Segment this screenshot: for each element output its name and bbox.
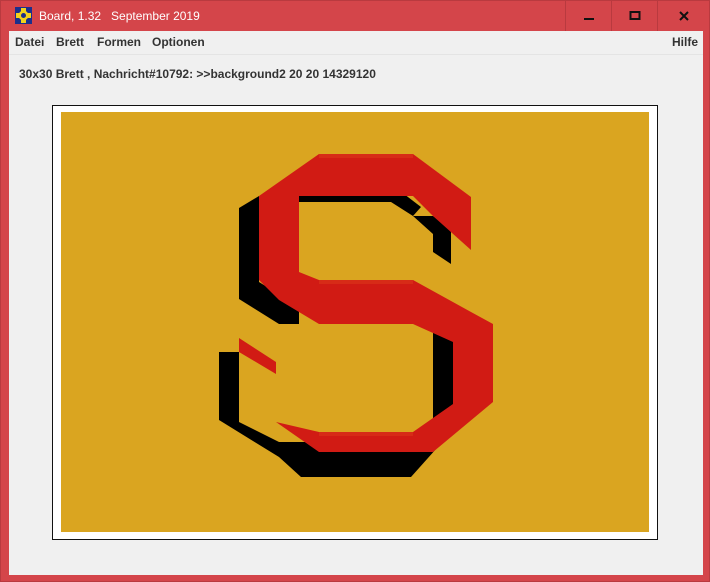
minimize-icon bbox=[584, 18, 594, 20]
menu-datei[interactable]: Datei bbox=[15, 35, 44, 49]
maximize-icon bbox=[629, 11, 641, 20]
menu-formen[interactable]: Formen bbox=[97, 35, 141, 49]
menu-optionen[interactable]: Optionen bbox=[152, 35, 205, 49]
app-icon bbox=[15, 7, 32, 24]
menu-hilfe[interactable]: Hilfe bbox=[672, 35, 698, 49]
app-window: Board, 1.32 September 2019 Datei Brett F… bbox=[0, 0, 710, 582]
board-canvas[interactable] bbox=[61, 112, 649, 532]
window-title: Board, 1.32 September 2019 bbox=[39, 9, 200, 23]
client-area: Datei Brett Formen Optionen Hilfe 30x30 … bbox=[9, 31, 703, 575]
board-frame bbox=[52, 105, 658, 540]
status-message: 30x30 Brett , Nachricht#10792: >>backgro… bbox=[19, 67, 376, 81]
close-icon bbox=[679, 11, 689, 21]
menu-brett[interactable]: Brett bbox=[56, 35, 84, 49]
maximize-button[interactable] bbox=[611, 1, 658, 31]
title-bar[interactable]: Board, 1.32 September 2019 bbox=[1, 1, 709, 31]
close-button[interactable] bbox=[657, 1, 710, 31]
minimize-button[interactable] bbox=[565, 1, 612, 31]
menu-bar: Datei Brett Formen Optionen Hilfe bbox=[9, 31, 703, 55]
